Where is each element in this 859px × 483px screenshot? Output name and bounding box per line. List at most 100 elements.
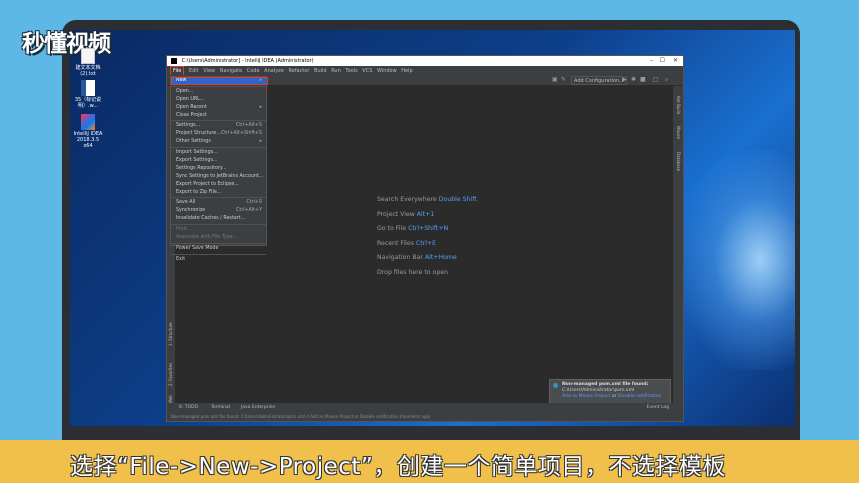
text-file-icon <box>81 48 95 64</box>
menu-item-export-eclipse[interactable]: Export Project to Eclipse... <box>171 181 266 189</box>
menu-item-label: Export Settings... <box>176 158 218 164</box>
menu-item-label: Export to Zip File... <box>176 189 222 195</box>
file-menu-dropdown: New ▸ Open... Open URL... Open Recent ▸ Cl… <box>170 76 268 262</box>
desktop-icon-label: 35（标记说明）.w... <box>74 97 102 109</box>
maven-tool-tab[interactable]: Maven <box>676 126 681 139</box>
desktop-icon-label: 建文本文档(2).txt <box>75 65 101 77</box>
database-tool-tab[interactable]: Database <box>676 152 681 171</box>
java-enterprise-tool-tab[interactable]: Java Enterprise <box>241 403 275 413</box>
menu-item-close-project[interactable]: Close Project <box>171 112 266 120</box>
menu-item-settings[interactable]: Settings... Ctrl+Alt+S <box>171 122 266 130</box>
windows-logo-glow <box>680 150 795 370</box>
hint-row: Navigation Bar Alt+Home <box>377 251 477 266</box>
menu-item-label: Other Settings <box>176 139 211 145</box>
desktop-icon-text-file[interactable]: 建文本文档(2).txt <box>72 48 104 77</box>
menu-item-label: Open Recent <box>176 104 207 110</box>
new-highlight-box <box>171 77 268 85</box>
menu-item-exit[interactable]: Exit <box>171 256 266 264</box>
hint-row: Recent Files Ctrl+E <box>377 237 477 252</box>
info-icon <box>553 383 558 388</box>
minimize-icon[interactable]: – <box>650 56 653 66</box>
close-icon[interactable]: ✕ <box>673 56 678 66</box>
hint-key: Ctrl+E <box>415 239 437 247</box>
hint-text: Go to File <box>377 225 407 232</box>
menu-item-project-structure[interactable]: Project Structure... Ctrl+Alt+Shift+S <box>171 130 266 138</box>
menu-item-export-zip[interactable]: Export to Zip File... <box>171 189 266 197</box>
menu-item-shortcut: Ctrl+S <box>246 200 262 206</box>
menu-item-open-url[interactable]: Open URL... <box>171 96 266 104</box>
right-tool-strip: Ant Build Maven Database <box>673 86 683 403</box>
hint-row: Go to File Ctrl+Shift+N <box>377 222 477 237</box>
menu-item-invalidate-caches[interactable]: Invalidate Caches / Restart... <box>171 215 266 223</box>
menu-item-label: Open URL... <box>176 96 205 102</box>
menu-item-power-save[interactable]: Power Save Mode <box>171 245 266 253</box>
desktop-icon-intellij[interactable]: IntelliJ IDEA 2018.3.5 x64 <box>72 114 104 149</box>
add-maven-project-link[interactable]: Add as Maven Project <box>562 394 610 399</box>
menu-item-label: Open... <box>176 88 194 94</box>
notification-or: or <box>611 394 617 399</box>
project-icon[interactable]: □ <box>653 77 659 83</box>
hint-key: Alt+Home <box>424 254 457 261</box>
intellij-app-icon <box>171 57 177 64</box>
terminal-tool-tab[interactable]: Terminal <box>211 403 230 413</box>
hint-row: Search Everywhere Double Shift <box>377 193 477 208</box>
menu-item-print: Print... <box>171 226 266 234</box>
menu-separator <box>171 85 266 87</box>
hint-key: Ctrl+Shift+N <box>408 225 449 232</box>
menu-item-label: Print... <box>176 227 192 233</box>
run-icon[interactable]: ▶ <box>622 77 628 83</box>
menu-item-label: Save All <box>176 200 196 206</box>
disable-notification-link[interactable]: Disable notification <box>618 394 661 399</box>
maximize-icon[interactable]: ☐ <box>660 56 665 66</box>
build-hammer-icon[interactable]: ✎ <box>561 77 567 83</box>
menu-item-label: Invalidate Caches / Restart... <box>176 216 246 222</box>
menu-item-settings-repository[interactable]: Settings Repository... <box>171 165 266 173</box>
menu-item-sync-settings[interactable]: Sync Settings to JetBrains Account... <box>171 173 266 181</box>
hint-key: Alt+1 <box>416 210 435 218</box>
subtitle-text: 选择“File->New->Project”，创建一个简单项目，不选择模板 <box>70 454 726 480</box>
menu-item-label: Settings... <box>176 123 201 129</box>
menu-item-save-all[interactable]: Save All Ctrl+S <box>171 199 266 207</box>
menu-item-label: Export Project to Eclipse... <box>176 181 239 187</box>
favorites-tool-tab[interactable]: 2: Favorites <box>168 363 173 386</box>
bottom-tool-bar: 6: TODO Terminal Java Enterprise Event L… <box>167 403 683 413</box>
add-configuration-button[interactable]: Add Configuration... <box>571 76 627 85</box>
menu-item-label: Exit <box>176 256 186 262</box>
menu-item-label: Associate with File Type... <box>176 235 238 241</box>
menu-separator <box>171 147 266 149</box>
menu-separator <box>171 242 266 244</box>
menu-item-open[interactable]: Open... <box>171 88 266 96</box>
menu-item-open-recent[interactable]: Open Recent ▸ <box>171 104 266 112</box>
menu-separator <box>171 197 266 199</box>
menu-item-synchronize[interactable]: Synchronize Ctrl+Alt+Y <box>171 207 266 215</box>
maven-notification: Non-managed pom.xml file found: C:\Users… <box>549 379 671 406</box>
stop-icon[interactable]: ■ <box>640 77 646 83</box>
desktop-icon-word-doc[interactable]: 35（标记说明）.w... <box>72 80 104 109</box>
menu-item-shortcut: Ctrl+Alt+S <box>235 123 262 129</box>
window-title: C:\Users\Administrator] - IntelliJ IDEA … <box>181 58 314 64</box>
desktop-icon-label: IntelliJ IDEA 2018.3.5 x64 <box>73 131 103 149</box>
submenu-arrow-icon: ▸ <box>259 104 262 110</box>
hint-key: Double Shift <box>438 196 477 203</box>
menu-item-export-settings[interactable]: Export Settings... <box>171 157 266 165</box>
hint-text: Navigation Bar <box>377 254 423 261</box>
menu-item-label: Sync Settings to JetBrains Account... <box>176 173 264 179</box>
hint-text: Search Everywhere <box>377 196 437 203</box>
project-structure-icon[interactable]: ▣ <box>552 77 558 83</box>
event-log-tool-tab[interactable]: Event Log <box>647 403 669 413</box>
structure-tool-tab[interactable]: 1: Structure <box>168 322 173 346</box>
todo-tool-tab[interactable]: 6: TODO <box>179 403 198 413</box>
menu-item-label: Close Project <box>176 112 208 118</box>
window-titlebar: C:\Users\Administrator] - IntelliJ IDEA … <box>167 56 683 66</box>
word-doc-icon <box>81 80 95 96</box>
intellij-icon <box>81 114 95 130</box>
menu-item-label: Synchronize <box>176 208 206 214</box>
menu-item-other-settings[interactable]: Other Settings ▸ <box>171 138 266 146</box>
ant-build-tool-tab[interactable]: Ant Build <box>676 96 681 114</box>
menu-item-import-settings[interactable]: Import Settings... <box>171 149 266 157</box>
menu-separator <box>171 253 266 255</box>
debug-icon[interactable]: ✱ <box>631 77 637 83</box>
hint-text: Drop files here to open <box>377 268 448 276</box>
submenu-arrow-icon: ▸ <box>259 139 262 145</box>
search-icon[interactable]: ⌕ <box>665 77 671 83</box>
